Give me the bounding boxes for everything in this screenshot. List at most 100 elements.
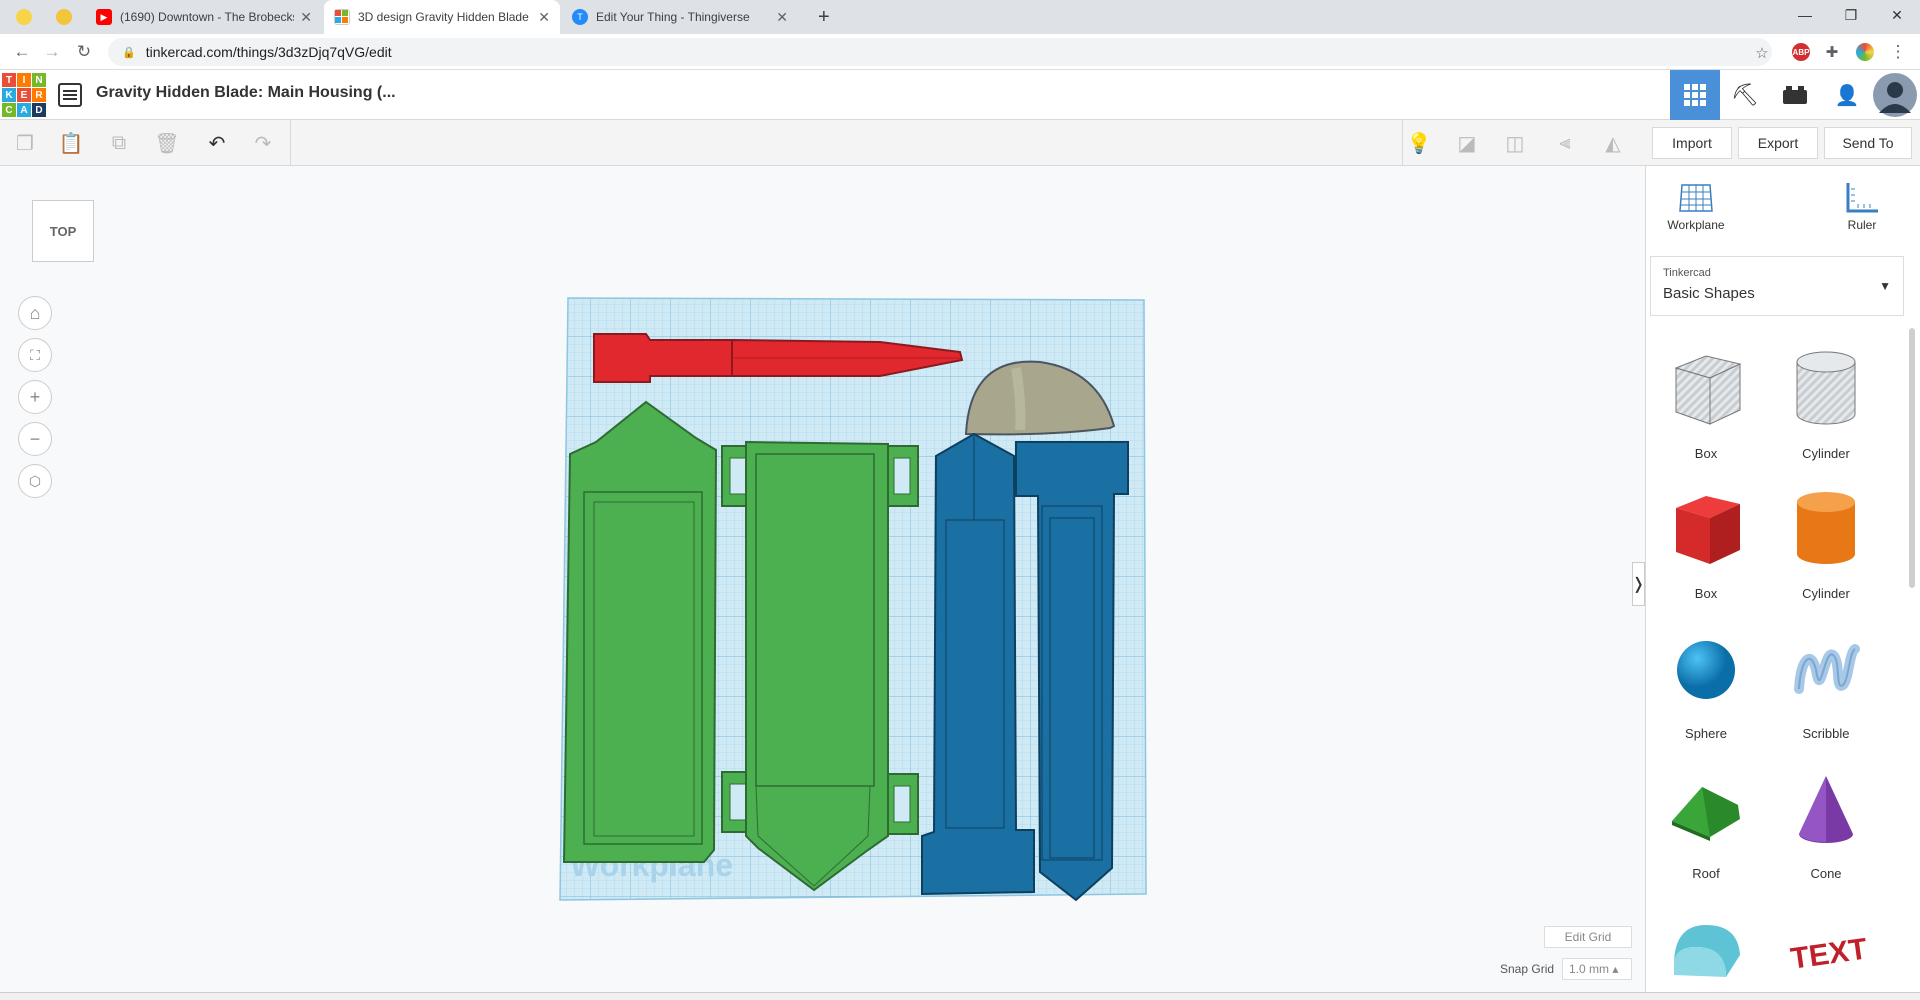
favicon-icon — [16, 9, 32, 25]
snap-grid-label: Snap Grid — [1500, 962, 1555, 976]
green-housing-left-shape[interactable] — [562, 400, 718, 863]
shape-sphere[interactable]: Sphere — [1646, 620, 1766, 756]
shape-cylinder-striped[interactable]: Cylinder — [1766, 340, 1886, 476]
lightbulb-icon[interactable]: 💡 — [1404, 128, 1434, 158]
shape-scribble[interactable]: Scribble — [1766, 620, 1886, 756]
add-user-icon[interactable]: 👤 — [1822, 70, 1872, 120]
paste-icon[interactable]: 📋 — [56, 128, 86, 158]
logo-letter: N — [32, 73, 46, 87]
color-extension-icon[interactable] — [1856, 43, 1874, 61]
export-button[interactable]: Export — [1738, 127, 1818, 159]
adblock-icon[interactable]: ABP — [1792, 43, 1810, 61]
bricks-icon[interactable] — [1770, 70, 1820, 120]
green-housing-middle-shape[interactable] — [721, 440, 919, 892]
shape-roof[interactable]: Roof — [1646, 760, 1766, 896]
edit-grid-button[interactable]: Edit Grid — [1544, 926, 1632, 948]
logo-letter: I — [17, 73, 31, 87]
adblock-label: ABP — [1792, 47, 1810, 57]
shape-label: Cone — [1810, 866, 1842, 881]
fit-view-icon[interactable]: ⛶ — [18, 338, 52, 372]
zoom-out-icon[interactable]: − — [18, 422, 52, 456]
panel-scrollbar[interactable] — [1909, 328, 1915, 588]
sphere-icon — [1646, 620, 1766, 720]
copy-icon[interactable]: ❐ — [10, 128, 40, 158]
ruler-tool[interactable]: Ruler — [1822, 178, 1902, 232]
url-bar[interactable]: 🔒 tinkercad.com/things/3d3zDjq7qVG/edit — [108, 38, 1772, 66]
library-name-label: Basic Shapes — [1663, 285, 1755, 302]
orthographic-view-icon[interactable]: ⬡ — [18, 464, 52, 498]
align-icon[interactable]: ⫷ — [1550, 128, 1580, 158]
workplane-tool[interactable]: Workplane — [1656, 178, 1736, 232]
avatar[interactable] — [1870, 70, 1920, 120]
tab-title: 3D design Gravity Hidden Blade — [358, 10, 529, 24]
restore-icon[interactable]: ❐ — [1828, 0, 1874, 30]
pinned-tab-2[interactable] — [46, 0, 86, 34]
library-source-label: Tinkercad — [1663, 267, 1711, 279]
workplane-icon — [1656, 178, 1736, 218]
scribble-icon — [1766, 620, 1886, 720]
home-view-icon[interactable]: ⌂ — [18, 296, 52, 330]
send-to-button[interactable]: Send To — [1824, 127, 1912, 159]
app-header: T I N K E R C A D Gravity Hidden Blade: … — [0, 70, 1920, 120]
tab-tinkercad[interactable]: 3D design Gravity Hidden Blade ✕ — [324, 0, 560, 34]
cylinder-striped-icon — [1766, 340, 1886, 440]
close-window-icon[interactable]: ✕ — [1874, 0, 1920, 30]
close-tab-icon[interactable]: ✕ — [300, 9, 312, 26]
3d-view-grid-icon[interactable] — [1670, 70, 1720, 120]
logo-letter: D — [32, 103, 46, 117]
extensions-puzzle-icon[interactable]: ✚ — [1820, 40, 1844, 64]
snap-grid-select[interactable]: 1.0 mm ▴ — [1562, 958, 1632, 980]
ungroup-icon[interactable]: ◫ — [1500, 128, 1530, 158]
mirror-icon[interactable]: ◭ — [1598, 128, 1628, 158]
import-button[interactable]: Import — [1652, 127, 1732, 159]
cone-icon — [1766, 760, 1886, 860]
close-tab-icon[interactable]: ✕ — [538, 9, 550, 26]
logo-letter: K — [2, 88, 16, 102]
shape-box-striped[interactable]: Box — [1646, 340, 1766, 476]
panel-collapse-button[interactable]: ❭ — [1632, 562, 1645, 606]
box-striped-icon — [1646, 340, 1766, 440]
pinned-tab-1[interactable] — [6, 0, 46, 34]
tinkercad-favicon-icon — [334, 9, 350, 25]
edit-toolbar: ❐ 📋 ⧉ 🗑 ↶ ↷ 💡 ◪ ◫ ⫷ ◭ Import Export Send… — [0, 120, 1920, 166]
group-icon[interactable]: ◪ — [1452, 128, 1482, 158]
half-cylinder-icon — [1646, 900, 1766, 992]
design-title[interactable]: Gravity Hidden Blade: Main Housing (... — [96, 84, 396, 102]
reload-icon[interactable]: ↻ — [72, 40, 96, 64]
shape-box-red[interactable]: Box — [1646, 480, 1766, 616]
duplicate-icon[interactable]: ⧉ — [104, 128, 134, 158]
zoom-in-icon[interactable]: + — [18, 380, 52, 414]
text-shape-label: TEXT — [1789, 932, 1866, 975]
shape-half-cylinder[interactable] — [1646, 900, 1766, 992]
minimize-icon[interactable]: — — [1782, 0, 1828, 30]
tab-thingiverse[interactable]: T Edit Your Thing - Thingiverse ✕ — [562, 0, 798, 34]
shape-label: Scribble — [1802, 726, 1850, 741]
pickaxe-blocks-icon[interactable]: ⛏ — [1720, 70, 1770, 120]
shape-cone[interactable]: Cone — [1766, 760, 1886, 896]
shape-library-select[interactable]: Tinkercad Basic Shapes ▼ — [1650, 256, 1904, 316]
plus-icon: + — [818, 5, 830, 28]
redo-icon[interactable]: ↷ — [248, 128, 278, 158]
back-icon[interactable]: ← — [10, 40, 34, 64]
design-list-icon[interactable] — [58, 83, 82, 107]
view-cube[interactable]: TOP — [32, 200, 94, 262]
undo-icon[interactable]: ↶ — [202, 128, 232, 158]
bottom-border — [0, 992, 1920, 1000]
delete-icon[interactable]: 🗑 — [152, 128, 182, 158]
tab-youtube[interactable]: ▶ (1690) Downtown - The Brobecks ✕ — [86, 0, 322, 34]
shapes-panel: Workplane Ruler Tinkercad Basic Shapes ▼… — [1645, 166, 1920, 992]
ruler-icon — [1822, 178, 1902, 218]
new-tab-button[interactable]: + — [808, 0, 838, 34]
caret-down-icon: ▼ — [1879, 279, 1891, 293]
workplane-canvas[interactable]: TOP ⌂ ⛶ + − ⬡ Workplane ❭ Edit Grid Snap… — [0, 166, 1645, 992]
close-tab-icon[interactable]: ✕ — [776, 9, 788, 26]
forward-icon[interactable]: → — [40, 40, 64, 64]
shape-text[interactable]: TEXT — [1766, 900, 1886, 992]
tinkercad-logo[interactable]: T I N K E R C A D — [2, 73, 46, 117]
bookmark-star-icon[interactable]: ☆ — [1750, 41, 1774, 65]
shape-label: Sphere — [1685, 726, 1727, 741]
workplane-scene[interactable]: Workplane — [550, 296, 1150, 936]
youtube-icon: ▶ — [96, 9, 112, 25]
chrome-menu-icon[interactable]: ⋮ — [1886, 40, 1910, 64]
shape-cylinder-orange[interactable]: Cylinder — [1766, 480, 1886, 616]
